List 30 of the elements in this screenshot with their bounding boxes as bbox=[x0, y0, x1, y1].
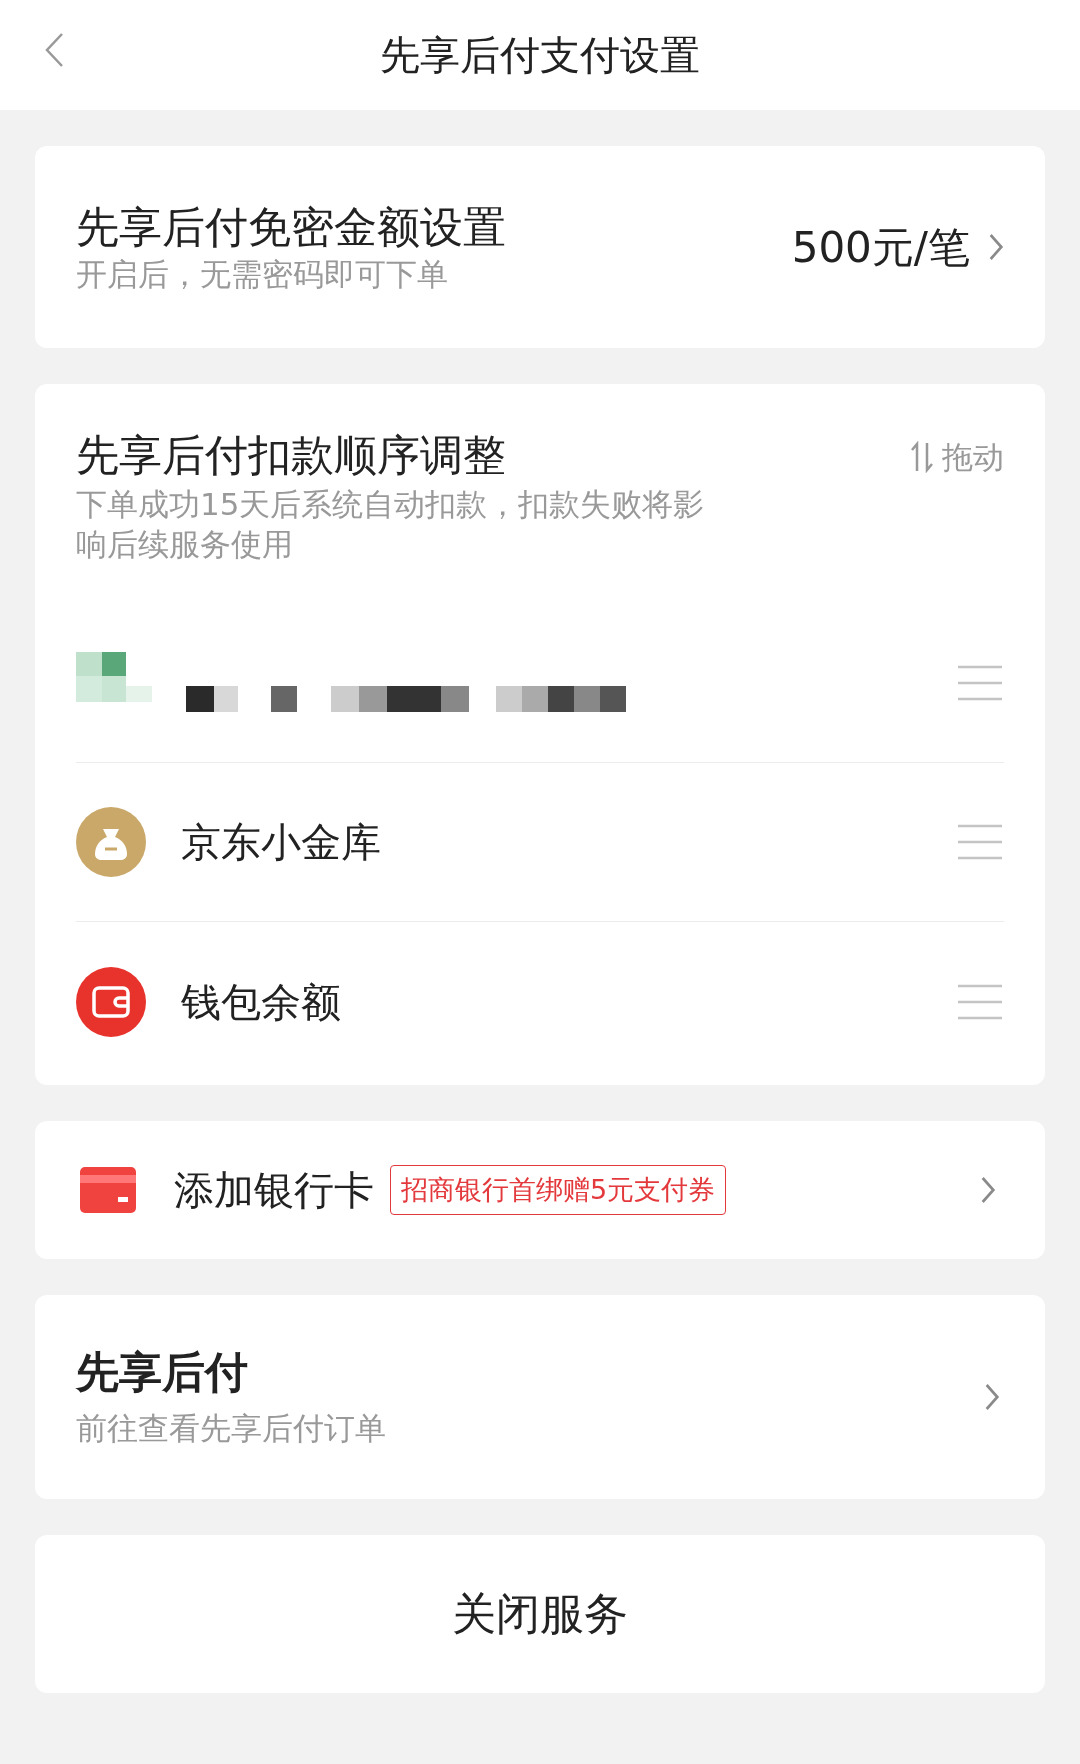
bank-card-icon bbox=[80, 1167, 136, 1213]
sort-arrows-icon bbox=[910, 441, 934, 474]
money-bag-icon bbox=[76, 807, 146, 877]
card-description: 下单成功15天后系统自动扣款，扣款失败将影响后续服务使用 bbox=[76, 485, 706, 564]
drag-handle-icon[interactable] bbox=[956, 823, 1004, 861]
wallet-icon bbox=[76, 966, 146, 1037]
card-title: 先享后付扣款顺序调整 bbox=[76, 429, 507, 482]
chevron-right-icon bbox=[984, 1382, 1000, 1412]
add-bank-card-row[interactable]: 添加银行卡 招商银行首绑赠5元支付券 bbox=[35, 1121, 1045, 1259]
card-title: 先享后付 bbox=[76, 1346, 249, 1399]
chevron-right-icon bbox=[988, 232, 1004, 262]
drag-label: 拖动 bbox=[942, 438, 1004, 477]
drag-handle-icon[interactable] bbox=[956, 664, 1004, 702]
card-title: 先享后付免密金额设置 bbox=[76, 201, 507, 254]
card-subtitle: 前往查看先享后付订单 bbox=[76, 1409, 387, 1448]
card-subtitle: 开启后，无需密码即可下单 bbox=[76, 255, 449, 294]
chevron-right-icon bbox=[980, 1175, 996, 1205]
limit-setting-card[interactable]: 先享后付免密金额设置 开启后，无需密码即可下单 500元/笔 bbox=[35, 146, 1045, 348]
orders-link-card[interactable]: 先享后付 前往查看先享后付订单 bbox=[35, 1295, 1045, 1499]
page-title: 先享后付支付设置 bbox=[380, 31, 700, 80]
payment-method-name: 京东小金库 bbox=[181, 818, 381, 867]
drag-handle-icon[interactable] bbox=[956, 982, 1004, 1021]
limit-value: 500元/笔 bbox=[791, 221, 970, 274]
back-icon bbox=[44, 32, 64, 68]
payment-method-row[interactable]: 钱包余额 bbox=[76, 922, 1004, 1081]
promo-tag: 招商银行首绑赠5元支付券 bbox=[390, 1164, 727, 1216]
payment-method-name: 钱包余额 bbox=[181, 977, 341, 1027]
add-bank-card-label: 添加银行卡 bbox=[174, 1166, 374, 1215]
payment-method-row[interactable]: 京东小金库 bbox=[76, 763, 1004, 922]
close-service-button[interactable]: 关闭服务 bbox=[35, 1535, 1045, 1693]
